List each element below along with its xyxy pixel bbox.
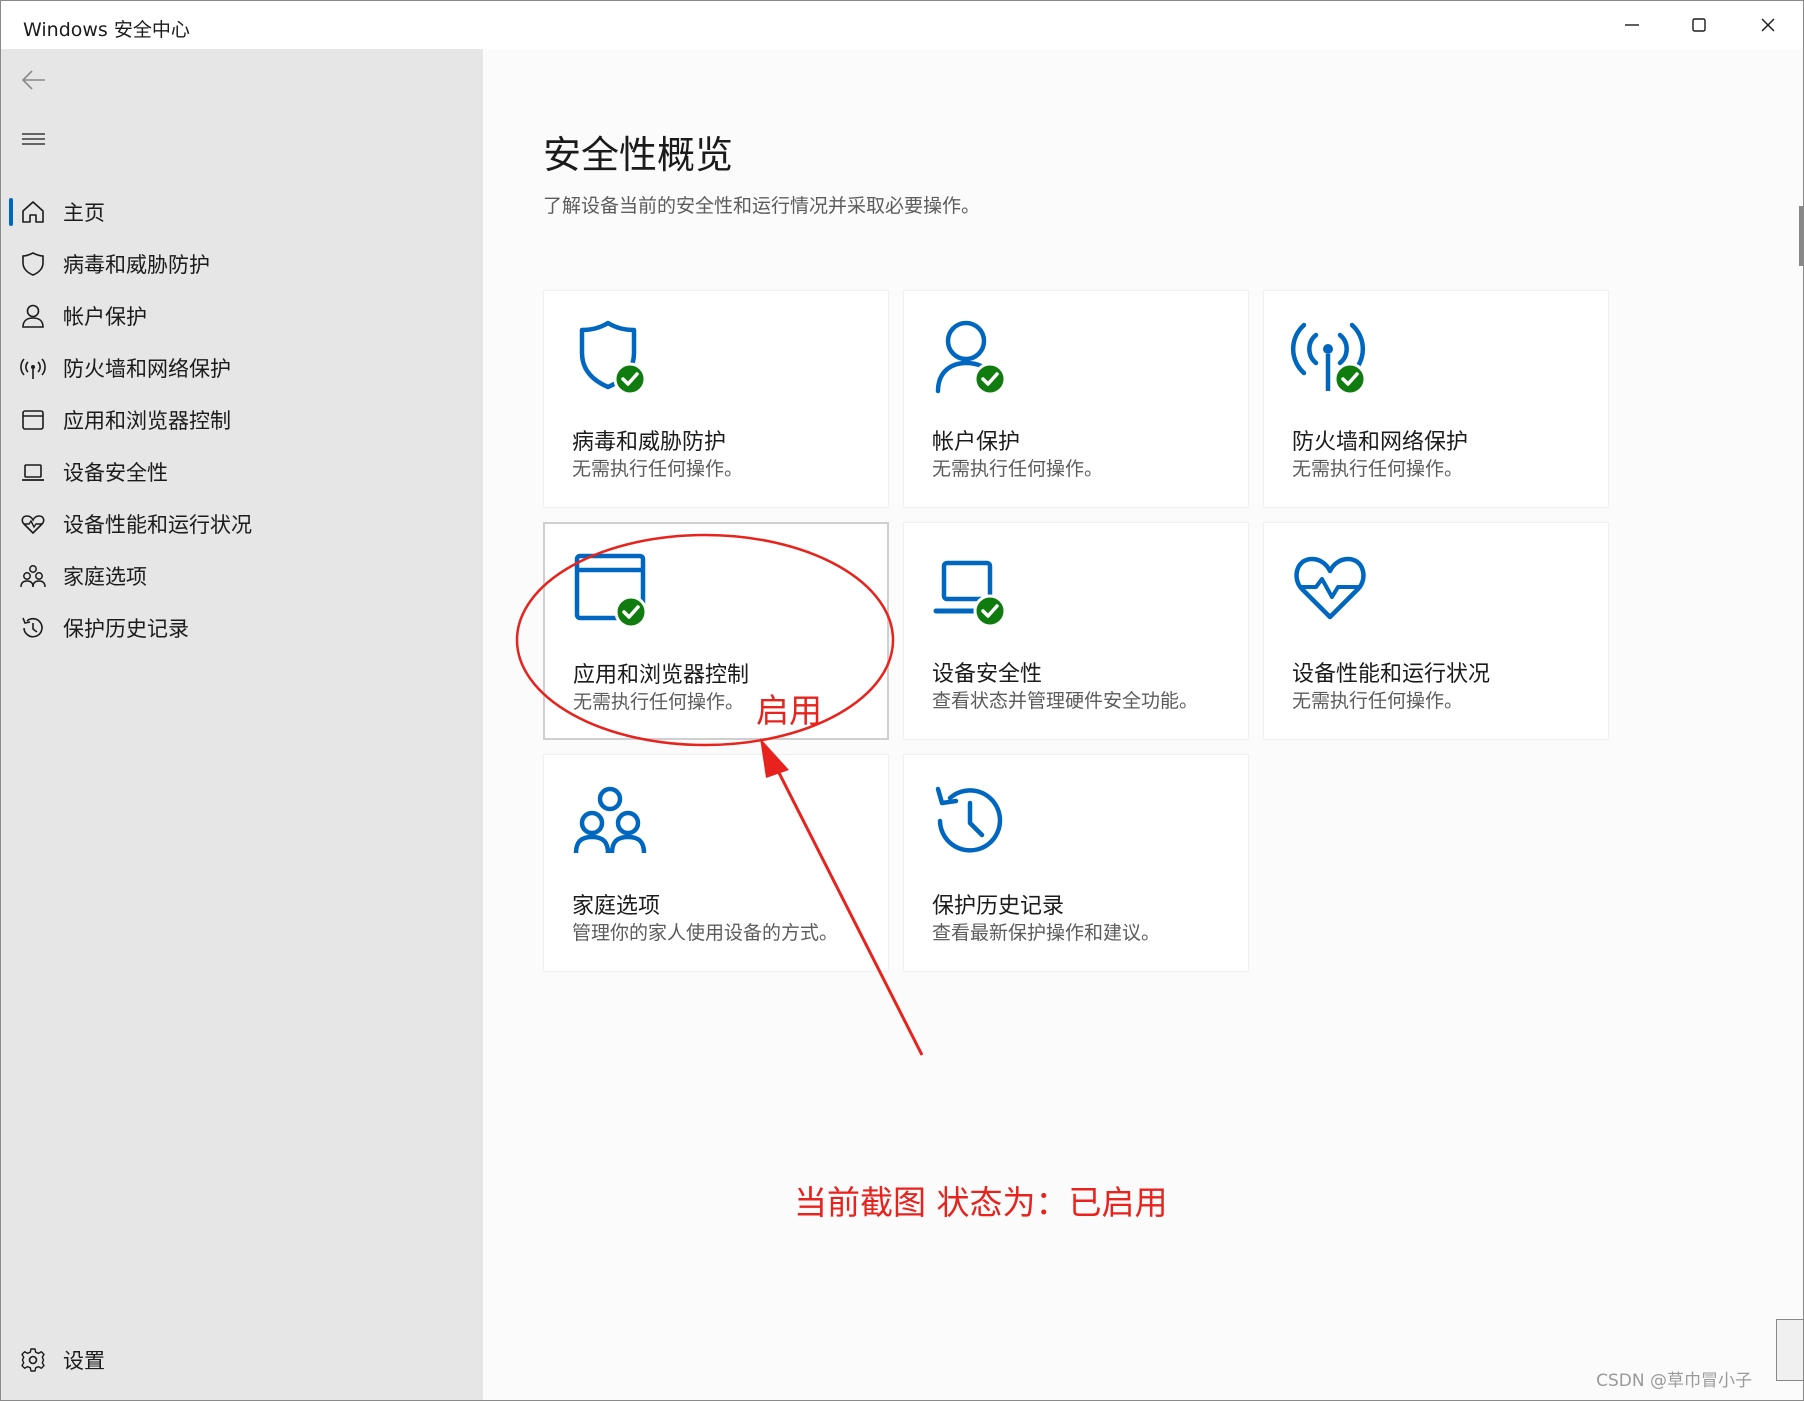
sidebar-item-label: 应用和浏览器控制 [63,409,231,433]
home-icon [20,199,46,225]
tile-device-security[interactable]: 设备安全性 查看状态并管理硬件安全功能。 [903,522,1249,740]
history-icon [20,615,46,641]
back-button[interactable] [19,65,49,95]
sidebar-item-virus-protection[interactable]: 病毒和威胁防护 [1,238,483,290]
sidebar-item-protection-history[interactable]: 保护历史记录 [1,602,483,654]
tile-virus-protection[interactable]: 病毒和威胁防护 无需执行任何操作。 [543,290,889,508]
antenna-icon [1290,319,1368,396]
tile-description: 管理你的家人使用设备的方式。 [572,922,839,944]
scrollbar-thumb[interactable] [1799,206,1803,266]
tile-title: 保护历史记录 [932,894,1065,919]
page-title: 安全性概览 [543,133,734,177]
minimize-button[interactable] [1597,1,1667,49]
sidebar-item-label: 主页 [63,201,105,225]
tile-firewall[interactable]: 防火墙和网络保护 无需执行任何操作。 [1263,290,1609,508]
sidebar-item-label: 设置 [63,1349,105,1373]
family-icon [572,783,648,859]
gear-icon [20,1347,46,1373]
hamburger-icon [22,133,45,145]
back-arrow-icon [21,70,45,90]
heart-pulse-icon [20,511,46,537]
laptop-icon [20,459,46,485]
person-icon [932,319,1008,396]
sidebar-item-label: 帐户保护 [63,305,147,329]
sidebar-item-label: 家庭选项 [63,565,147,589]
tile-account-protection[interactable]: 帐户保护 无需执行任何操作。 [903,290,1249,508]
tile-description: 查看最新保护操作和建议。 [932,922,1161,944]
tile-description: 无需执行任何操作。 [572,458,744,480]
sidebar: 主页 病毒和威胁防护 帐户保护 防火墙和网络保护 应用和浏览器控制 设备安全性 … [1,49,483,1400]
sidebar-item-label: 保护历史记录 [63,617,189,641]
tile-protection-history[interactable]: 保护历史记录 查看最新保护操作和建议。 [903,754,1249,972]
family-icon [20,563,46,589]
page-subtitle: 了解设备当前的安全性和运行情况并采取必要操作。 [543,195,981,217]
close-button[interactable] [1733,1,1803,49]
heart-pulse-icon [1292,551,1368,627]
sidebar-item-label: 设备性能和运行状况 [63,513,252,537]
close-icon [1761,18,1775,32]
title-bar: Windows 安全中心 [1,1,1803,49]
tile-title: 设备性能和运行状况 [1292,662,1491,687]
minimize-icon [1625,24,1639,26]
tile-description: 无需执行任何操作。 [1292,458,1464,480]
sidebar-item-app-browser-control[interactable]: 应用和浏览器控制 [1,394,483,446]
maximize-icon [1692,18,1706,32]
browser-window-icon [20,407,46,433]
active-indicator [9,198,13,226]
person-icon [20,303,46,329]
overlay-toolbar-icons[interactable] [1776,1319,1804,1381]
browser-window-icon [573,552,649,629]
sidebar-item-label: 病毒和威胁防护 [63,253,210,277]
hamburger-menu-button[interactable] [19,125,49,155]
maximize-button[interactable] [1664,1,1734,49]
tile-description: 无需执行任何操作。 [1292,690,1464,712]
tile-title: 家庭选项 [572,894,661,919]
window-title: Windows 安全中心 [23,19,190,41]
tile-title: 帐户保护 [932,430,1021,455]
sidebar-item-account-protection[interactable]: 帐户保护 [1,290,483,342]
sidebar-item-family-options[interactable]: 家庭选项 [1,550,483,602]
antenna-icon [20,355,46,381]
tile-title: 病毒和威胁防护 [572,430,727,455]
annotation-enabled-label: 启用 [756,691,822,730]
tile-device-performance[interactable]: 设备性能和运行状况 无需执行任何操作。 [1263,522,1609,740]
history-icon [932,783,1008,859]
tile-title: 应用和浏览器控制 [573,663,750,688]
sidebar-item-label: 防火墙和网络保护 [63,357,231,381]
tile-app-browser-control[interactable]: 应用和浏览器控制 无需执行任何操作。 [543,522,889,740]
annotation-caption: 当前截图 状态为：已启用 [794,1183,1168,1222]
tile-description: 无需执行任何操作。 [932,458,1104,480]
sidebar-item-device-performance[interactable]: 设备性能和运行状况 [1,498,483,550]
watermark: CSDN @草巾冒小子 [1596,1371,1752,1391]
shield-icon [572,319,648,396]
tile-title: 设备安全性 [932,662,1043,687]
sidebar-item-home[interactable]: 主页 [1,186,483,238]
sidebar-item-label: 设备安全性 [63,461,168,485]
sidebar-item-device-security[interactable]: 设备安全性 [1,446,483,498]
shield-icon [20,251,46,277]
tile-title: 防火墙和网络保护 [1292,430,1469,455]
tile-description: 无需执行任何操作。 [573,691,745,713]
tile-family-options[interactable]: 家庭选项 管理你的家人使用设备的方式。 [543,754,889,972]
sidebar-item-firewall[interactable]: 防火墙和网络保护 [1,342,483,394]
tile-description: 查看状态并管理硬件安全功能。 [932,690,1199,712]
sidebar-item-settings[interactable]: 设置 [1,1334,483,1386]
laptop-icon [932,551,1008,628]
